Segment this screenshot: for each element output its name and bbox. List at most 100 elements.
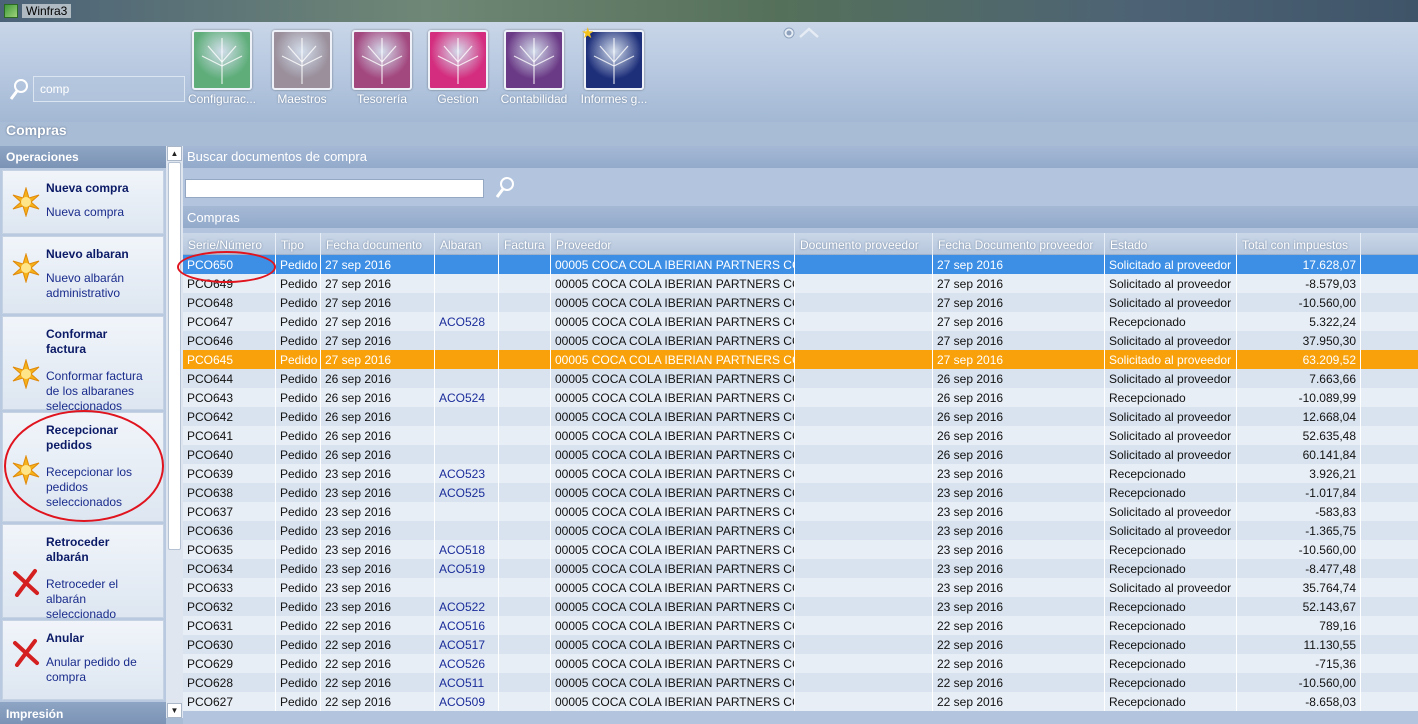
scroll-up-arrow-icon[interactable]: ▲ bbox=[167, 146, 182, 161]
module-3[interactable]: Gestion bbox=[423, 30, 493, 106]
collapse-ribbon-icon[interactable] bbox=[782, 26, 822, 40]
scrollbar-thumb[interactable] bbox=[168, 162, 181, 550]
albaran-link[interactable]: ACO511 bbox=[435, 673, 499, 692]
scroll-down-arrow-icon[interactable]: ▼ bbox=[167, 703, 182, 718]
column-header[interactable]: Tipo bbox=[276, 233, 321, 255]
table-cell: 00005 COCA COLA IBERIAN PARTNERS CCIP bbox=[551, 426, 795, 445]
albaran-link[interactable]: ACO528 bbox=[435, 312, 499, 331]
table-cell: 37.950,30 bbox=[1237, 331, 1361, 350]
table-cell: -10.560,00 bbox=[1237, 293, 1361, 312]
window-title: Winfra3 bbox=[22, 4, 72, 18]
operation-title[interactable]: Retroceder albarán bbox=[46, 535, 126, 565]
module-label[interactable]: Configurac... bbox=[187, 92, 257, 106]
table-cell: Pedido bbox=[276, 464, 321, 483]
column-header[interactable]: Total con impuestos bbox=[1237, 233, 1361, 255]
albaran-link[interactable]: ACO517 bbox=[435, 635, 499, 654]
albaran-link[interactable]: ACO516 bbox=[435, 616, 499, 635]
table-row[interactable]: PCO643 Pedido 26 sep 2016 ACO524 00005 COCA … bbox=[183, 388, 1418, 407]
albaran-link[interactable]: ACO522 bbox=[435, 597, 499, 616]
document-search-input[interactable] bbox=[185, 179, 484, 198]
module-1[interactable]: Maestros bbox=[267, 30, 337, 106]
albaran-link[interactable]: ACO526 bbox=[435, 654, 499, 673]
table-cell bbox=[435, 445, 499, 464]
tree-icon[interactable] bbox=[192, 30, 252, 90]
operation-title[interactable]: Nuevo albaran bbox=[46, 247, 161, 262]
table-row[interactable]: PCO638 Pedido 23 sep 2016 ACO525 00005 COCA … bbox=[183, 483, 1418, 502]
operation-retroceder-albar-n[interactable]: Retroceder albarán Retroceder el albarán … bbox=[2, 524, 164, 621]
operation-title[interactable]: Conformar factura bbox=[46, 327, 126, 357]
table-row[interactable]: PCO637 Pedido 23 sep 2016 00005 COCA COLA I… bbox=[183, 502, 1418, 521]
table-row[interactable]: PCO649 Pedido 27 sep 2016 00005 COCA COLA I… bbox=[183, 274, 1418, 293]
operation-nueva-compra[interactable]: Nueva compra Nueva compra bbox=[2, 170, 164, 234]
column-header[interactable]: Estado bbox=[1105, 233, 1237, 255]
column-header[interactable]: Albaran bbox=[435, 233, 499, 255]
operation-title[interactable]: Nueva compra bbox=[46, 181, 161, 196]
operations-header[interactable]: Operaciones bbox=[0, 146, 166, 168]
module-2[interactable]: Tesorería bbox=[347, 30, 417, 106]
table-row[interactable]: PCO645 Pedido 27 sep 2016 00005 COCA COLA I… bbox=[183, 350, 1418, 369]
table-row[interactable]: PCO634 Pedido 23 sep 2016 ACO519 00005 COCA … bbox=[183, 559, 1418, 578]
operation-description[interactable]: Nuevo albarán administrativo bbox=[46, 271, 158, 301]
table-row[interactable]: PCO630 Pedido 22 sep 2016 ACO517 00005 COCA … bbox=[183, 635, 1418, 654]
column-header[interactable]: Factura bbox=[499, 233, 551, 255]
module-label[interactable]: Tesorería bbox=[347, 92, 417, 106]
tree-icon[interactable] bbox=[504, 30, 564, 90]
operation-nuevo-albaran[interactable]: Nuevo albaran Nuevo albarán administrativ… bbox=[2, 236, 164, 314]
tree-icon[interactable] bbox=[352, 30, 412, 90]
module-label[interactable]: Informes g... bbox=[579, 92, 649, 106]
column-header[interactable]: Fecha documento bbox=[321, 233, 435, 255]
albaran-link[interactable]: ACO519 bbox=[435, 559, 499, 578]
table-row[interactable]: PCO642 Pedido 26 sep 2016 00005 COCA COLA I… bbox=[183, 407, 1418, 426]
tree-icon[interactable] bbox=[428, 30, 488, 90]
search-icon[interactable] bbox=[8, 78, 30, 102]
table-row[interactable]: PCO639 Pedido 23 sep 2016 ACO523 00005 COCA … bbox=[183, 464, 1418, 483]
table-row[interactable]: PCO650 Pedido 27 sep 2016 00005 COCA COLA I… bbox=[183, 255, 1418, 274]
operation-conformar-factura[interactable]: Conformar factura Conformar factura de lo… bbox=[2, 316, 164, 413]
albaran-link[interactable]: ACO524 bbox=[435, 388, 499, 407]
favorite-star-icon[interactable]: ★ bbox=[581, 24, 594, 42]
table-cell: Solicitado al proveedor bbox=[1105, 350, 1237, 369]
table-cell bbox=[795, 331, 933, 350]
table-row[interactable]: PCO641 Pedido 26 sep 2016 00005 COCA COLA I… bbox=[183, 426, 1418, 445]
column-header[interactable]: Documento proveedor bbox=[795, 233, 933, 255]
table-row[interactable]: PCO647 Pedido 27 sep 2016 ACO528 00005 COCA … bbox=[183, 312, 1418, 331]
table-row[interactable]: PCO628 Pedido 22 sep 2016 ACO511 00005 COCA … bbox=[183, 673, 1418, 692]
table-row[interactable]: PCO635 Pedido 23 sep 2016 ACO518 00005 COCA … bbox=[183, 540, 1418, 559]
operation-description[interactable]: Anular pedido de compra bbox=[46, 655, 158, 685]
table-row[interactable]: PCO632 Pedido 23 sep 2016 ACO522 00005 COCA … bbox=[183, 597, 1418, 616]
table-row[interactable]: PCO627 Pedido 22 sep 2016 ACO509 00005 COCA … bbox=[183, 692, 1418, 711]
table-row[interactable]: PCO636 Pedido 23 sep 2016 00005 COCA COLA I… bbox=[183, 521, 1418, 540]
albaran-link[interactable]: ACO509 bbox=[435, 692, 499, 711]
column-header[interactable]: Proveedor bbox=[551, 233, 795, 255]
operation-title[interactable]: Anular bbox=[46, 631, 161, 646]
operation-description[interactable]: Retroceder el albarán seleccionado bbox=[46, 577, 124, 622]
grid-title: Compras bbox=[183, 206, 1418, 228]
table-row[interactable]: PCO633 Pedido 23 sep 2016 00005 COCA COLA I… bbox=[183, 578, 1418, 597]
table-row[interactable]: PCO648 Pedido 27 sep 2016 00005 COCA COLA I… bbox=[183, 293, 1418, 312]
table-row[interactable]: PCO629 Pedido 22 sep 2016 ACO526 00005 COCA … bbox=[183, 654, 1418, 673]
table-row[interactable]: PCO631 Pedido 22 sep 2016 ACO516 00005 COCA … bbox=[183, 616, 1418, 635]
module-4[interactable]: Contabilidad bbox=[499, 30, 569, 106]
table-row[interactable]: PCO640 Pedido 26 sep 2016 00005 COCA COLA I… bbox=[183, 445, 1418, 464]
module-0[interactable]: Configurac... bbox=[187, 30, 257, 106]
module-search-input[interactable]: comp bbox=[33, 76, 185, 102]
table-cell: 26 sep 2016 bbox=[321, 445, 435, 464]
table-cell: 789,16 bbox=[1237, 616, 1361, 635]
operation-anular[interactable]: Anular Anular pedido de compra bbox=[2, 620, 164, 700]
tree-icon[interactable] bbox=[272, 30, 332, 90]
module-label[interactable]: Maestros bbox=[267, 92, 337, 106]
document-search-icon[interactable] bbox=[494, 176, 516, 200]
albaran-link[interactable]: ACO525 bbox=[435, 483, 499, 502]
albaran-link[interactable]: ACO518 bbox=[435, 540, 499, 559]
table-row[interactable]: PCO646 Pedido 27 sep 2016 00005 COCA COLA I… bbox=[183, 331, 1418, 350]
operation-description[interactable]: Nueva compra bbox=[46, 205, 158, 220]
printing-header[interactable]: Impresión bbox=[0, 702, 166, 724]
table-cell bbox=[499, 540, 551, 559]
operations-scrollbar[interactable]: ▲ ▼ bbox=[166, 146, 183, 718]
module-label[interactable]: Gestion bbox=[423, 92, 493, 106]
operation-description[interactable]: Conformar factura de los albaranes selec… bbox=[46, 369, 158, 414]
module-label[interactable]: Contabilidad bbox=[499, 92, 569, 106]
albaran-link[interactable]: ACO523 bbox=[435, 464, 499, 483]
table-row[interactable]: PCO644 Pedido 26 sep 2016 00005 COCA COLA I… bbox=[183, 369, 1418, 388]
column-header[interactable]: Fecha Documento proveedor bbox=[933, 233, 1105, 255]
